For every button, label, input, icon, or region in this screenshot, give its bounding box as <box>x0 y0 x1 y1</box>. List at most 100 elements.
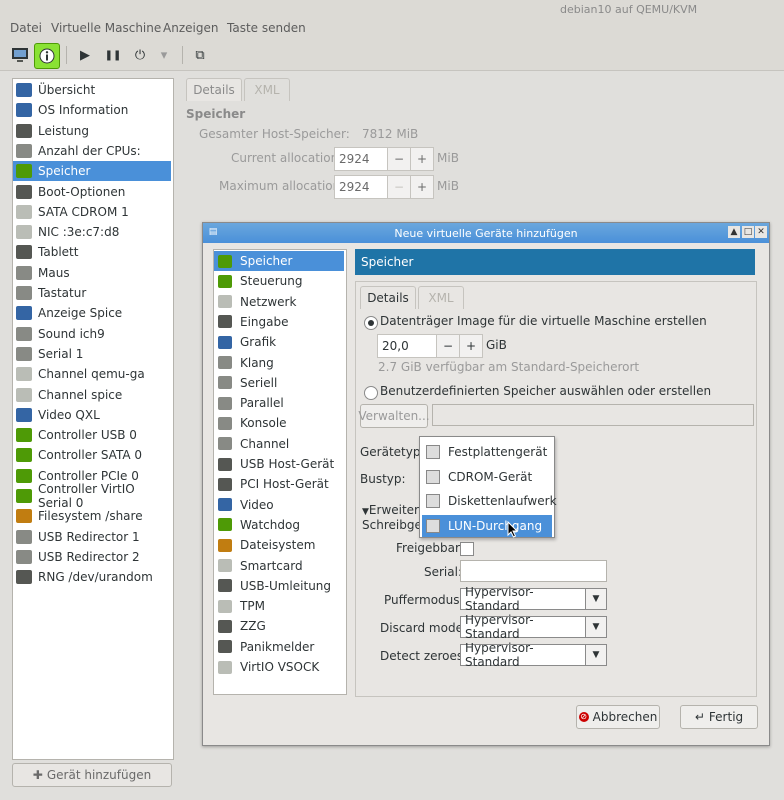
plus-button[interactable]: + <box>410 176 433 198</box>
shutdown-menu-button[interactable]: ▾ <box>152 43 176 67</box>
sidebar-item[interactable]: Serial 1 <box>13 344 171 364</box>
detect-zeroes-select[interactable]: Hypervisor-Standard ▼ <box>460 641 607 669</box>
plus-button[interactable]: + <box>459 335 482 357</box>
device-type-list: Speicher Steuerung Netzwerk Eingabe Grafik Kl… <box>213 249 347 695</box>
minus-button[interactable]: − <box>387 176 410 198</box>
device-type-item[interactable]: Parallel <box>214 393 344 413</box>
console-button[interactable] <box>8 43 32 67</box>
device-type-item[interactable]: Smartcard <box>214 556 344 576</box>
device-type-item[interactable]: USB Host-Gerät <box>214 454 344 474</box>
cancel-button[interactable]: ⊘ Abbrechen <box>576 705 660 729</box>
sidebar-item[interactable]: NIC :3e:c7:d8 <box>13 222 171 242</box>
device-type-item[interactable]: Seriell <box>214 373 344 393</box>
device-type-option[interactable]: LUN-Durchgang <box>422 514 552 537</box>
serial-input[interactable] <box>460 560 607 582</box>
device-type-item[interactable]: Grafik <box>214 332 344 352</box>
device-type-item[interactable]: Klang <box>214 353 344 373</box>
run-button[interactable]: ▶ <box>73 43 97 67</box>
device-type-option[interactable]: Diskettenlaufwerk <box>422 490 557 512</box>
custom-storage-radio[interactable] <box>364 386 378 400</box>
device-type-item[interactable]: Panikmelder <box>214 637 344 657</box>
dialog-tab-xml[interactable]: XML <box>418 286 464 309</box>
sidebar-item[interactable]: Sound ich9 <box>13 324 171 344</box>
device-type-item[interactable]: Video <box>214 495 344 515</box>
device-type-label: Gerätetyp: <box>360 445 425 459</box>
sidebar-item[interactable]: Tablett <box>13 242 171 262</box>
sidebar-item[interactable]: Übersicht <box>13 80 171 100</box>
sidebar-item[interactable]: Speicher <box>13 161 171 182</box>
shutdown-button[interactable]: ⏻ <box>128 43 152 67</box>
create-image-radio[interactable] <box>364 316 378 330</box>
menu-anzeigen[interactable]: Anzeigen <box>163 21 218 35</box>
tab-xml[interactable]: XML <box>244 78 290 101</box>
sidebar-item[interactable]: Video QXL <box>13 405 171 425</box>
sidebar-item[interactable]: SATA CDROM 1 <box>13 202 171 222</box>
sidebar-item[interactable]: Tastatur <box>13 283 171 303</box>
max-allocation-value[interactable]: 2924 <box>335 176 387 198</box>
device-type-item[interactable]: Channel <box>214 434 344 454</box>
max-allocation-spinner[interactable]: 2924 − + <box>334 175 434 199</box>
menu-taste-senden[interactable]: Taste senden <box>227 21 306 35</box>
fullscreen-button[interactable]: ⧉ <box>188 43 212 67</box>
disk-size-value[interactable]: 20,0 <box>378 335 436 357</box>
gear-icon <box>218 477 232 491</box>
sidebar-item[interactable]: USB Redirector 2 <box>13 547 171 567</box>
dialog-menu-icon[interactable]: ▤ <box>207 226 219 238</box>
device-type-item[interactable]: Steuerung <box>214 271 344 291</box>
manage-button[interactable]: Verwalten... <box>358 404 430 428</box>
discard-mode-select[interactable]: Hypervisor-Standard ▼ <box>460 613 607 641</box>
sidebar-item[interactable]: Controller SATA 0 <box>13 445 171 465</box>
device-type-item[interactable]: Konsole <box>214 413 344 433</box>
dialog-close-icon[interactable]: ✕ <box>755 226 767 238</box>
sidebar-item[interactable]: Controller USB 0 <box>13 425 171 445</box>
finish-button[interactable]: ↵ Fertig <box>680 705 758 729</box>
sidebar-item-label: Leistung <box>38 123 89 138</box>
sidebar-item[interactable]: USB Redirector 1 <box>13 527 171 547</box>
sidebar-item[interactable]: Leistung <box>13 121 171 141</box>
details-button[interactable] <box>34 43 60 69</box>
dialog-shade-icon[interactable]: ▲ <box>728 226 740 238</box>
sidebar-item[interactable]: RNG /dev/urandom <box>13 567 171 587</box>
menu-datei[interactable]: Datei <box>10 21 42 35</box>
advanced-expander[interactable]: ▼Erweitert <box>362 503 424 517</box>
device-type-item[interactable]: USB-Umleitung <box>214 576 344 596</box>
add-hardware-button[interactable]: ✚ Gerät hinzufügen <box>12 763 172 787</box>
sidebar-item[interactable]: Channel spice <box>13 385 171 405</box>
minus-button[interactable]: − <box>387 148 410 170</box>
dialog-tab-details[interactable]: Details <box>360 286 416 309</box>
sidebar-item[interactable]: Controller VirtIO Serial 0 <box>13 482 171 510</box>
window-title: debian10 auf QEMU/KVM <box>560 3 698 16</box>
device-type-item[interactable]: Dateisystem <box>214 535 344 555</box>
device-type-option[interactable]: CDROM-Gerät <box>422 466 552 488</box>
current-allocation-value[interactable]: 2924 <box>335 148 387 170</box>
device-type-item[interactable]: Netzwerk <box>214 292 344 312</box>
device-type-item[interactable]: PCI Host-Gerät <box>214 474 344 494</box>
device-type-item[interactable]: ZZG <box>214 616 344 636</box>
sidebar-item[interactable]: Channel qemu-ga <box>13 364 171 384</box>
sidebar-item[interactable]: OS Information <box>13 100 171 120</box>
storage-path-input[interactable] <box>432 404 754 426</box>
pause-button[interactable]: ❚❚ <box>101 43 125 67</box>
sidebar-item[interactable]: Maus <box>13 263 171 283</box>
sidebar-item[interactable]: Anzahl der CPUs: <box>13 141 171 161</box>
plus-button[interactable]: + <box>410 148 433 170</box>
device-type-item[interactable]: Watchdog <box>214 515 344 535</box>
dialog-maximize-icon[interactable]: □ <box>742 226 754 238</box>
shareable-checkbox[interactable] <box>460 542 474 556</box>
cache-mode-select[interactable]: Hypervisor-Standard ▼ <box>460 585 607 613</box>
minus-button[interactable]: − <box>436 335 459 357</box>
tab-details[interactable]: Details <box>186 78 242 101</box>
device-type-item[interactable]: Eingabe <box>214 312 344 332</box>
disk-size-spinner[interactable]: 20,0 − + <box>377 334 483 358</box>
sidebar-item[interactable]: Filesystem /share <box>13 506 171 526</box>
current-allocation-spinner[interactable]: 2924 − + <box>334 147 434 171</box>
device-type-item[interactable]: Speicher <box>214 251 344 271</box>
device-type-option[interactable]: Festplattengerät <box>422 441 552 463</box>
menu-virtuelle-maschine[interactable]: Virtuelle Maschine <box>51 21 161 35</box>
device-type-item[interactable]: VirtIO VSOCK <box>214 657 344 677</box>
sidebar-item[interactable]: Anzeige Spice <box>13 303 171 323</box>
sound-icon <box>16 326 32 341</box>
device-type-item[interactable]: TPM <box>214 596 344 616</box>
sidebar-item[interactable]: Boot-Optionen <box>13 182 171 202</box>
usb-icon <box>16 529 32 544</box>
